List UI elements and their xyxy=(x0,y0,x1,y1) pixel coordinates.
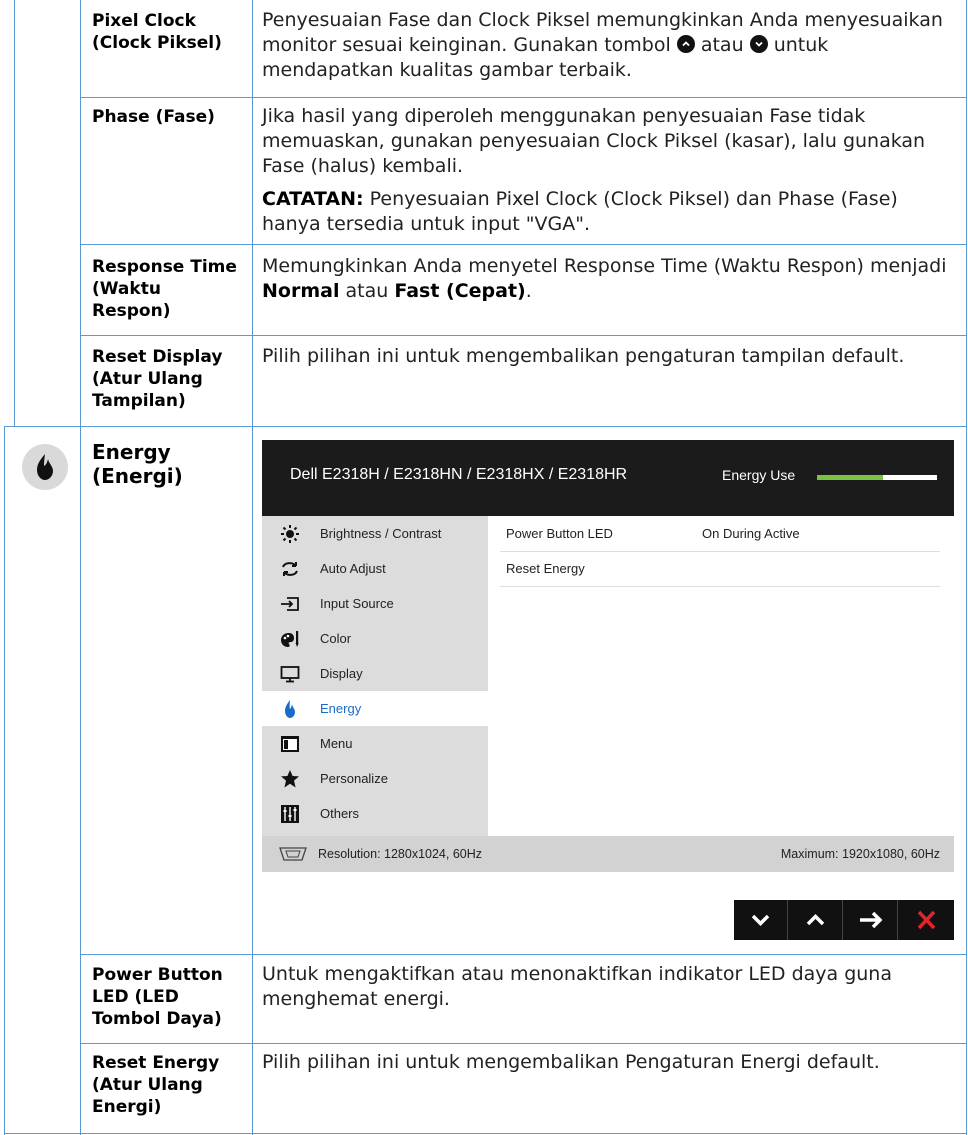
table-border xyxy=(80,1043,966,1044)
energy-section-icon xyxy=(22,444,68,490)
menu-item-menu[interactable]: Menu xyxy=(262,726,488,761)
response-time-period: . xyxy=(525,280,532,302)
menu-item-label: Display xyxy=(320,666,363,681)
response-time-text: Memungkinkan Anda menyetel Response Time… xyxy=(262,255,947,277)
pixel-clock-text-or: atau xyxy=(700,34,744,56)
phase-note: CATATAN: Penyesuaian Pixel Clock (Clock … xyxy=(262,187,952,237)
menu-item-label: Menu xyxy=(320,736,353,751)
menu-item-color[interactable]: Color xyxy=(262,621,488,656)
right-arrow-icon xyxy=(860,911,883,929)
osd-sidebar: Brightness / Contrast Auto Adjust Input … xyxy=(262,516,488,836)
option-fast: Fast (Cepat) xyxy=(394,280,526,302)
auto-adjust-icon xyxy=(282,562,298,576)
table-border xyxy=(14,0,15,426)
power-button-led-label: Power Button LED (LED Tombol Daya) xyxy=(92,965,223,1029)
flame-icon xyxy=(285,700,295,718)
reset-display-label: Reset Display (Atur Ulang Tampilan) xyxy=(92,347,223,411)
phase-text: Jika hasil yang diperoleh menggunakan pe… xyxy=(262,105,926,177)
reset-energy-label: Reset Energy (Atur Ulang Energi) xyxy=(92,1053,220,1117)
table-border xyxy=(80,0,81,1135)
menu-item-display[interactable]: Display xyxy=(262,656,488,691)
flame-icon xyxy=(37,454,53,480)
osd-nav-buttons xyxy=(734,900,954,940)
energy-use-bar xyxy=(817,475,937,480)
setting-value: On During Active xyxy=(702,526,800,541)
pixel-clock-description: Penyesuaian Fase dan Clock Piksel memung… xyxy=(262,8,952,83)
star-icon xyxy=(281,770,299,788)
response-time-label: Response Time (Waktu Respon) xyxy=(92,257,237,321)
table-border xyxy=(966,0,967,1135)
chevron-up-icon xyxy=(806,914,825,926)
maximum-resolution-text: Maximum: 1920x1080, 60Hz xyxy=(780,847,940,861)
sun-icon xyxy=(281,525,299,543)
resolution-text: Resolution: 1280x1024, 60Hz xyxy=(318,847,483,861)
document-page: Pixel Clock (Clock Piksel) Penyesuaian F… xyxy=(0,0,968,1135)
menu-window-icon xyxy=(281,736,299,752)
display-icon xyxy=(280,666,300,683)
osd-menu: Dell E2318H / E2318HN / E2318HX / E2318H… xyxy=(262,440,954,872)
exit-icon xyxy=(917,910,936,930)
menu-item-brightness-contrast[interactable]: Brightness / Contrast xyxy=(262,516,488,551)
menu-item-energy[interactable]: Energy xyxy=(262,691,488,726)
energy-use-label: Energy Use xyxy=(722,467,796,483)
option-normal: Normal xyxy=(262,280,340,302)
setting-row-reset-energy[interactable]: Reset Energy xyxy=(500,551,940,587)
osd-settings-panel: Power Button LED On During Active Reset … xyxy=(488,516,954,836)
phase-description: Jika hasil yang diperoleh menggunakan pe… xyxy=(262,104,952,245)
setting-name: Power Button LED xyxy=(506,526,613,541)
enter-button[interactable] xyxy=(844,900,898,940)
color-icon xyxy=(281,631,299,647)
table-border xyxy=(4,1133,966,1134)
pixel-clock-label: Pixel Clock (Clock Piksel) xyxy=(92,11,222,53)
phase-label: Phase (Fase) xyxy=(92,107,215,127)
power-button-led-description: Untuk mengaktifkan atau menonaktifkan in… xyxy=(262,963,892,1010)
reset-display-description: Pilih pilihan ini untuk mengembalikan pe… xyxy=(262,345,905,367)
menu-item-personalize[interactable]: Personalize xyxy=(262,761,488,796)
input-source-icon xyxy=(281,597,299,611)
menu-item-others[interactable]: Others xyxy=(262,796,488,831)
response-time-text-or: atau xyxy=(345,280,389,302)
osd-title: Dell E2318H / E2318HN / E2318HX / E2318H… xyxy=(290,466,628,483)
down-button[interactable] xyxy=(734,900,788,940)
osd-footer: Resolution: 1280x1024, 60Hz Maximum: 192… xyxy=(262,836,954,872)
up-button-icon xyxy=(676,34,695,53)
menu-item-label: Auto Adjust xyxy=(320,561,386,576)
note-label: CATATAN: xyxy=(262,188,364,210)
menu-item-auto-adjust[interactable]: Auto Adjust xyxy=(262,551,488,586)
chevron-down-icon xyxy=(751,914,770,926)
menu-item-label: Color xyxy=(320,631,352,646)
sliders-icon xyxy=(281,805,299,823)
table-border xyxy=(80,335,966,336)
menu-item-input-source[interactable]: Input Source xyxy=(262,586,488,621)
table-border xyxy=(80,97,966,98)
exit-button[interactable] xyxy=(899,900,952,940)
pixel-clock-text: Penyesuaian Fase dan Clock Piksel memung… xyxy=(262,9,943,56)
menu-item-label: Input Source xyxy=(320,596,394,611)
table-border xyxy=(4,426,5,1135)
menu-item-label: Others xyxy=(320,806,360,821)
menu-item-label: Personalize xyxy=(320,771,388,786)
up-button[interactable] xyxy=(789,900,843,940)
down-button-icon xyxy=(749,34,768,53)
menu-item-label: Brightness / Contrast xyxy=(320,526,442,541)
reset-energy-description: Pilih pilihan ini untuk mengembalikan Pe… xyxy=(262,1051,880,1073)
table-border xyxy=(4,426,966,427)
energy-use-fill xyxy=(817,475,883,480)
response-time-description: Memungkinkan Anda menyetel Response Time… xyxy=(262,254,952,304)
vga-connector-icon xyxy=(279,847,307,861)
setting-name: Reset Energy xyxy=(506,561,585,576)
setting-row-power-button-led[interactable]: Power Button LED On During Active xyxy=(500,516,940,552)
table-border xyxy=(80,954,966,955)
osd-header: Dell E2318H / E2318HN / E2318HX / E2318H… xyxy=(262,440,954,516)
table-border xyxy=(252,0,253,1135)
energy-label: Energy (Energi) xyxy=(92,440,183,488)
menu-item-label: Energy xyxy=(320,701,362,716)
